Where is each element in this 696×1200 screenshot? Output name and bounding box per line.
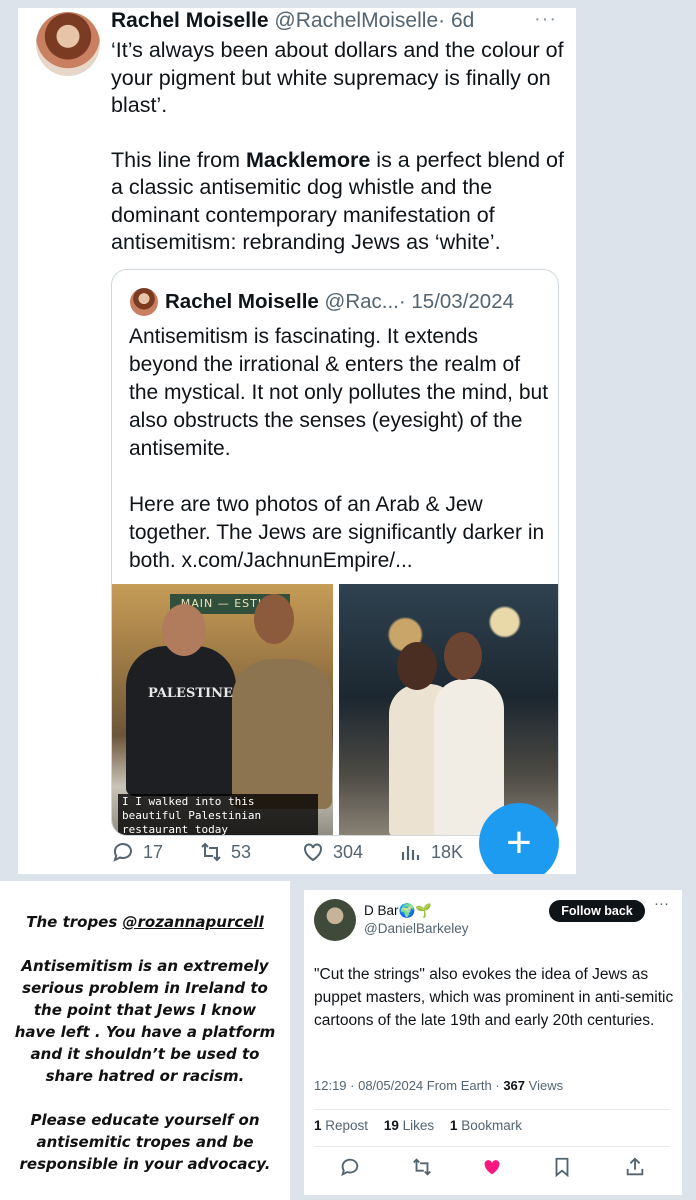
divider bbox=[314, 1146, 670, 1147]
bookmark-icon[interactable] bbox=[551, 1156, 573, 1178]
follow-back-button[interactable]: Follow back bbox=[549, 900, 645, 922]
reply-views-count: 367 bbox=[503, 1078, 526, 1093]
reposts-stat[interactable]: 1 Repost bbox=[314, 1118, 374, 1133]
tweet-time[interactable]: · 6d bbox=[438, 9, 474, 32]
reply-author-avatar[interactable] bbox=[314, 899, 356, 941]
photo-couple[interactable] bbox=[339, 584, 558, 835]
retweet-icon bbox=[201, 842, 221, 862]
commentary-prefix: The tropes bbox=[26, 913, 123, 931]
quoted-time: · 15/03/2024 bbox=[398, 290, 514, 313]
tweet-bold-name: Macklemore bbox=[246, 147, 371, 172]
like-button[interactable]: 304 bbox=[301, 840, 363, 864]
quoted-author-avatar bbox=[130, 288, 158, 316]
reply-button[interactable]: 17 bbox=[111, 840, 163, 864]
commentary-text: The tropes @rozannapurcell Antisemitism … bbox=[14, 911, 276, 1175]
reply-actions bbox=[334, 1156, 654, 1178]
retweet-icon[interactable] bbox=[411, 1156, 433, 1178]
liked-heart-icon[interactable] bbox=[481, 1156, 503, 1178]
author-name[interactable]: Rachel Moiselle bbox=[111, 9, 269, 32]
like-count: 304 bbox=[333, 841, 364, 862]
likes-stat[interactable]: 19 Likes bbox=[384, 1118, 440, 1133]
person-head bbox=[254, 594, 294, 644]
share-icon[interactable] bbox=[624, 1156, 646, 1178]
reply-timestamp[interactable]: 12:19 · 08/05/2024 From Earth · bbox=[314, 1078, 503, 1093]
reply-author-handle[interactable]: @DanielBarkeley bbox=[364, 920, 469, 938]
compose-button[interactable]: + bbox=[479, 803, 559, 874]
reply-meta: 12:19 · 08/05/2024 From Earth · 367 View… bbox=[314, 1078, 563, 1093]
reply-icon bbox=[113, 843, 132, 862]
quoted-paragraph: Here are two photos of an Arab & Jew tog… bbox=[129, 493, 545, 572]
quoted-author-name: Rachel Moiselle bbox=[165, 290, 319, 313]
tweet-paragraph: This line from Macklemore is a perfect b… bbox=[111, 147, 566, 257]
main-tweet[interactable]: Rachel Moiselle @RachelMoiselle· 6d ··· … bbox=[18, 8, 576, 874]
tweet-header: Rachel Moiselle @RachelMoiselle· 6d bbox=[111, 8, 474, 34]
author-avatar[interactable] bbox=[36, 12, 100, 76]
more-options-icon[interactable]: ··· bbox=[654, 895, 669, 912]
views-count: 18K bbox=[431, 841, 464, 862]
tweet-body: ‘It’s always been about dollars and the … bbox=[111, 37, 566, 257]
views-button[interactable]: 18K bbox=[399, 840, 463, 864]
quoted-body: Antisemitism is fascinating. It extends … bbox=[129, 323, 549, 575]
author-handle[interactable]: @RachelMoiselle bbox=[274, 9, 438, 32]
commentary-paragraph: Antisemitism is an extremely serious pro… bbox=[14, 957, 276, 1085]
quoted-tweet[interactable]: Rachel Moiselle @Rac...· 15/03/2024 Anti… bbox=[111, 269, 559, 836]
divider bbox=[314, 1109, 670, 1110]
more-options-icon[interactable]: ··· bbox=[534, 8, 557, 31]
retweet-button[interactable]: 53 bbox=[199, 840, 251, 864]
reply-count: 17 bbox=[143, 841, 164, 862]
quoted-paragraph: Antisemitism is fascinating. It extends … bbox=[129, 325, 549, 460]
reply-tweet[interactable]: D Bar🌍🌱 @DanielBarkeley Follow back ··· … bbox=[304, 890, 682, 1195]
tweet-quote-line: ‘It’s always been about dollars and the … bbox=[111, 38, 564, 117]
person-head bbox=[397, 642, 437, 690]
shirt-text: PALESTINE bbox=[148, 686, 233, 701]
reply-body: "Cut the strings" also evokes the idea o… bbox=[314, 966, 674, 1029]
quoted-author-handle: @Rac... bbox=[324, 290, 399, 313]
commentary-panel: The tropes @rozannapurcell Antisemitism … bbox=[0, 881, 290, 1200]
reply-author-name[interactable]: D Bar🌍🌱 bbox=[364, 902, 432, 920]
reply-icon[interactable] bbox=[339, 1156, 361, 1178]
person-figure bbox=[232, 659, 332, 809]
reply-views-label: Views bbox=[525, 1078, 564, 1093]
quoted-header: Rachel Moiselle @Rac...· 15/03/2024 bbox=[165, 289, 514, 315]
views-icon bbox=[401, 846, 420, 860]
person-head bbox=[162, 604, 206, 656]
person-head bbox=[444, 632, 482, 680]
retweet-count: 53 bbox=[231, 841, 252, 862]
photo-restaurant[interactable]: MAIN — ESTINE PALESTINE I I walked into … bbox=[112, 584, 333, 835]
reply-stats: 1 Repost 19 Likes 1 Bookmark bbox=[314, 1118, 534, 1133]
commentary-paragraph: Please educate yourself on antisemitic t… bbox=[19, 1111, 271, 1173]
photo-caption: I I walked into this beautiful Palestini… bbox=[118, 794, 318, 835]
heart-icon bbox=[304, 843, 322, 862]
bookmarks-stat[interactable]: 1 Bookmark bbox=[450, 1118, 528, 1133]
tweet-text-part: This line from bbox=[111, 147, 247, 172]
mention-link[interactable]: @rozannapurcell bbox=[123, 913, 264, 931]
person-figure bbox=[126, 646, 236, 796]
